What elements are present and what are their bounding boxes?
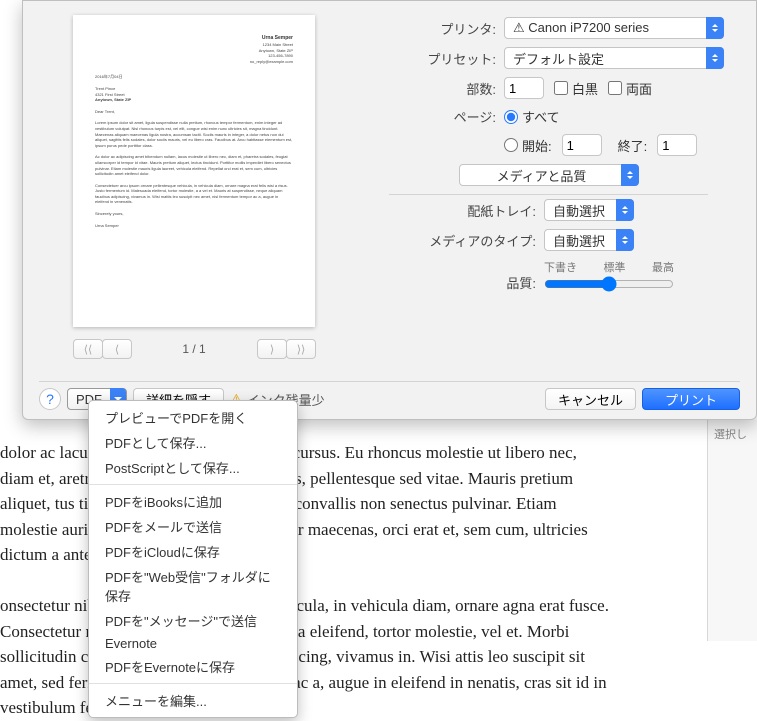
printer-select[interactable] — [504, 17, 724, 39]
preview-page: Urna Semper 1234 Main Street Anytown, St… — [73, 15, 315, 327]
pages-range-radio[interactable] — [504, 138, 518, 152]
cancel-button[interactable]: キャンセル — [545, 388, 636, 410]
quality-ticks: 下書き標準最高 — [544, 259, 674, 275]
menu-separator — [89, 484, 297, 485]
print-button[interactable]: プリント — [642, 388, 740, 410]
pages-all-radio[interactable] — [504, 110, 518, 124]
printer-label: プリンタ: — [369, 19, 504, 38]
duplex-label: 両面 — [626, 79, 652, 98]
print-dialog: Urna Semper 1234 Main Street Anytown, St… — [22, 0, 757, 420]
from-label: 開始: — [522, 136, 552, 155]
bw-checkbox[interactable] — [554, 81, 568, 95]
to-label: 終了: — [618, 136, 648, 155]
quality-label: 品質: — [369, 259, 544, 292]
paper-tray-select[interactable] — [544, 199, 634, 221]
media-type-select[interactable] — [544, 229, 634, 251]
menu-item[interactable]: メニューを編集... — [89, 688, 297, 713]
pager: ⟨⟨ ⟨ 1 / 1 ⟩ ⟩⟩ — [73, 339, 315, 359]
menu-item[interactable]: PDFとして保存... — [89, 430, 297, 455]
next-page-button[interactable]: ⟩ — [257, 339, 287, 359]
divider — [389, 194, 708, 195]
menu-item[interactable]: PDFを"メッセージ"で送信 — [89, 608, 297, 633]
menu-item[interactable]: プレビューでPDFを開く — [89, 405, 297, 430]
settings-column: プリンタ: プリセット: 部数: 白黒 両面 ページ: すべて — [363, 1, 756, 381]
menu-item[interactable]: PDFを"Web受信"フォルダに保存 — [89, 564, 297, 608]
from-input[interactable] — [562, 134, 602, 156]
menu-item[interactable]: Evernote — [89, 633, 297, 654]
help-button[interactable]: ? — [39, 388, 61, 410]
prev-page-button[interactable]: ⟨ — [102, 339, 132, 359]
pdf-dropdown-menu: プレビューでPDFを開くPDFとして保存...PostScriptとして保存..… — [88, 400, 298, 718]
section-select[interactable] — [459, 164, 639, 186]
preview-column: Urna Semper 1234 Main Street Anytown, St… — [23, 1, 363, 381]
copies-label: 部数: — [369, 79, 504, 98]
last-page-button[interactable]: ⟩⟩ — [286, 339, 316, 359]
preset-label: プリセット: — [369, 49, 504, 68]
menu-item[interactable]: PDFをEvernoteに保存 — [89, 654, 297, 679]
menu-item[interactable]: PDFをiBooksに追加 — [89, 489, 297, 514]
menu-separator — [89, 683, 297, 684]
preset-select[interactable] — [504, 47, 724, 69]
menu-item[interactable]: PDFをiCloudに保存 — [89, 539, 297, 564]
paper-tray-label: 配紙トレイ: — [369, 201, 544, 220]
menu-item[interactable]: PDFをメールで送信 — [89, 514, 297, 539]
quality-slider[interactable] — [544, 276, 674, 292]
pages-label: ページ: — [369, 107, 504, 126]
media-type-label: メディアのタイプ: — [369, 231, 544, 250]
page-indicator: 1 / 1 — [182, 342, 205, 356]
bw-label: 白黒 — [572, 79, 598, 98]
duplex-checkbox[interactable] — [608, 81, 622, 95]
pages-all-label: すべて — [522, 107, 560, 126]
to-input[interactable] — [657, 134, 697, 156]
menu-item[interactable]: PostScriptとして保存... — [89, 455, 297, 480]
copies-input[interactable] — [504, 77, 544, 99]
side-panel: 選択し — [707, 420, 757, 641]
first-page-button[interactable]: ⟨⟨ — [73, 339, 103, 359]
